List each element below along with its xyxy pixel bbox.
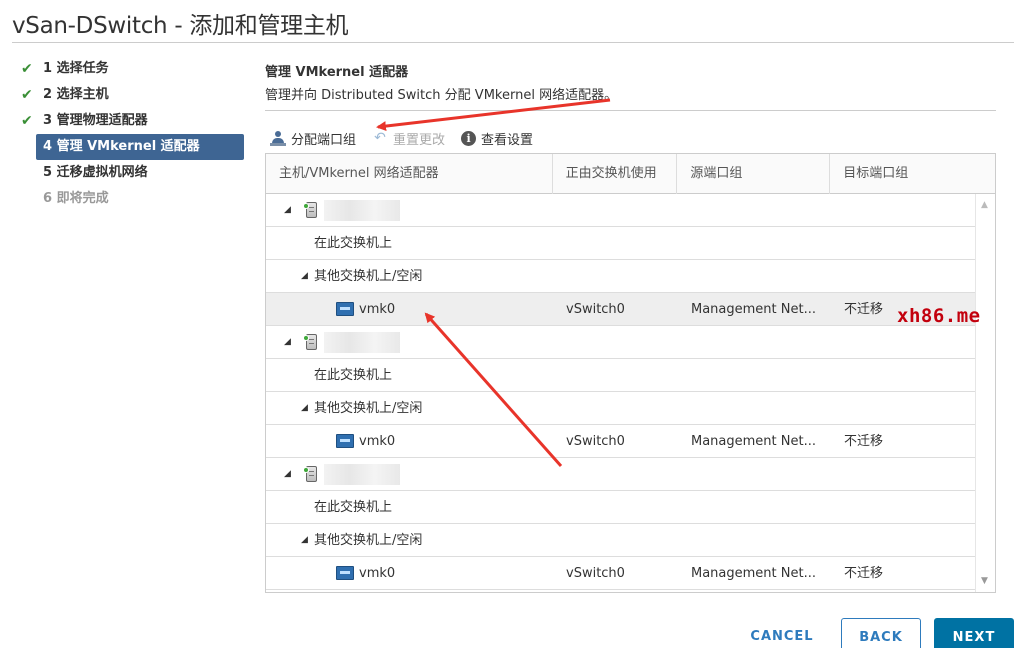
grid-scrollbar[interactable]: ▲ ▼ xyxy=(975,194,995,592)
info-icon: i xyxy=(461,130,477,146)
vmk-adapter-row[interactable]: vmk0 vSwitch0 Management Net... 不迁移 xyxy=(266,293,977,326)
column-header-host-adapter[interactable]: 主机/VMkernel 网络适配器 xyxy=(266,154,553,194)
on-this-switch-label: 在此交换机上 xyxy=(314,499,393,515)
column-header-in-use-by[interactable]: 正由交换机使用 xyxy=(553,154,678,194)
column-header-target-portgroup[interactable]: 目标端口组 xyxy=(830,154,995,194)
source-portgroup-cell: Management Net... xyxy=(691,433,816,449)
reset-changes-label: 重置更改 xyxy=(393,132,446,148)
other-switch-label: 其他交换机上/空闲 xyxy=(314,532,423,548)
section-divider xyxy=(265,110,996,111)
source-portgroup-cell: Management Net... xyxy=(691,301,816,317)
target-portgroup-cell: 不迁移 xyxy=(844,565,884,581)
collapse-caret-icon[interactable]: ◢ xyxy=(284,458,291,491)
network-adapter-icon xyxy=(336,301,354,316)
on-this-switch-row[interactable]: 在此交换机上 xyxy=(266,359,977,392)
adapter-name: vmk0 xyxy=(359,301,396,317)
view-settings-button[interactable]: i 查看设置 xyxy=(461,129,533,148)
other-switch-row[interactable]: ◢ 其他交换机上/空闲 xyxy=(266,260,977,293)
wizard-footer: CANCEL BACK NEXT xyxy=(0,618,1024,648)
toolbar: 分配端口组 ↶ 重置更改 i 查看设置 xyxy=(270,127,549,149)
host-row[interactable]: ◢ xyxy=(266,194,977,227)
step-4-active[interactable]: 4 管理 VMkernel 适配器 xyxy=(36,134,244,160)
collapse-caret-icon[interactable]: ◢ xyxy=(284,194,291,227)
step-label: 4 管理 VMkernel 适配器 xyxy=(43,139,200,154)
scroll-down-icon[interactable]: ▼ xyxy=(981,576,988,586)
grid-body: ◢ 在此交换机上 ◢ 其他交换机上/空闲 vmk0 vSwitch0 Manag… xyxy=(266,194,977,590)
checkmark-icon: ✔ xyxy=(21,113,33,129)
in-use-by-cell: vSwitch0 xyxy=(566,433,625,449)
grid-header: 主机/VMkernel 网络适配器 正由交换机使用 源端口组 目标端口组 xyxy=(266,154,995,194)
assign-portgroup-button[interactable]: 分配端口组 xyxy=(270,129,356,148)
watermark: xh86.me xyxy=(897,305,981,327)
collapse-caret-icon[interactable]: ◢ xyxy=(284,326,291,359)
host-row[interactable]: ◢ xyxy=(266,458,977,491)
source-portgroup-cell: Management Net... xyxy=(691,565,816,581)
step-3[interactable]: ✔ 3 管理物理适配器 xyxy=(16,108,244,134)
other-switch-row[interactable]: ◢ 其他交换机上/空闲 xyxy=(266,392,977,425)
other-switch-row[interactable]: ◢ 其他交换机上/空闲 xyxy=(266,524,977,557)
vmk-adapter-row[interactable]: vmk0 vSwitch0 Management Net... 不迁移 xyxy=(266,557,977,590)
vmkernel-adapter-grid: 主机/VMkernel 网络适配器 正由交换机使用 源端口组 目标端口组 ◢ 在… xyxy=(265,153,996,593)
redacted-hostname xyxy=(324,331,400,353)
in-use-by-cell: vSwitch0 xyxy=(566,565,625,581)
network-adapter-icon xyxy=(336,433,354,448)
step-1[interactable]: ✔ 1 选择任务 xyxy=(16,56,244,82)
section-description: 管理并向 Distributed Switch 分配 VMkernel 网络适配… xyxy=(265,88,618,103)
cancel-button[interactable]: CANCEL xyxy=(740,618,824,648)
redacted-hostname xyxy=(324,463,400,485)
on-this-switch-label: 在此交换机上 xyxy=(314,235,393,251)
on-this-switch-row[interactable]: 在此交换机上 xyxy=(266,491,977,524)
redacted-hostname xyxy=(324,199,400,221)
view-settings-label: 查看设置 xyxy=(481,132,534,148)
assign-portgroup-label: 分配端口组 xyxy=(291,132,357,148)
step-label: 3 管理物理适配器 xyxy=(43,113,148,128)
section-title: 管理 VMkernel 适配器 xyxy=(265,65,409,80)
next-button[interactable]: NEXT xyxy=(934,618,1014,648)
other-switch-label: 其他交换机上/空闲 xyxy=(314,400,423,416)
vmk-adapter-row[interactable]: vmk0 vSwitch0 Management Net... 不迁移 xyxy=(266,425,977,458)
host-icon xyxy=(303,333,317,350)
collapse-caret-icon[interactable]: ◢ xyxy=(301,392,308,425)
host-icon xyxy=(303,201,317,218)
other-switch-label: 其他交换机上/空闲 xyxy=(314,268,423,284)
scroll-up-icon[interactable]: ▲ xyxy=(981,200,988,210)
title-divider xyxy=(12,42,1014,43)
column-header-source-portgroup[interactable]: 源端口组 xyxy=(677,154,831,194)
step-label: 6 即将完成 xyxy=(43,191,109,206)
step-label: 5 迁移虚拟机网络 xyxy=(43,165,148,180)
step-label: 1 选择任务 xyxy=(43,61,109,76)
collapse-caret-icon[interactable]: ◢ xyxy=(301,260,308,293)
adapter-name: vmk0 xyxy=(359,433,396,449)
on-this-switch-row[interactable]: 在此交换机上 xyxy=(266,227,977,260)
assign-portgroup-icon xyxy=(270,130,286,146)
step-label: 2 选择主机 xyxy=(43,87,109,102)
step-2[interactable]: ✔ 2 选择主机 xyxy=(16,82,244,108)
target-portgroup-cell: 不迁移 xyxy=(844,433,884,449)
step-5[interactable]: 5 迁移虚拟机网络 xyxy=(16,160,244,186)
checkmark-icon: ✔ xyxy=(21,61,33,77)
collapse-caret-icon[interactable]: ◢ xyxy=(301,524,308,557)
checkmark-icon: ✔ xyxy=(21,87,33,103)
on-this-switch-label: 在此交换机上 xyxy=(314,367,393,383)
host-icon xyxy=(303,465,317,482)
undo-icon: ↶ xyxy=(374,130,386,146)
back-button[interactable]: BACK xyxy=(841,618,921,648)
network-adapter-icon xyxy=(336,565,354,580)
wizard-steps: ✔ 1 选择任务 ✔ 2 选择主机 ✔ 3 管理物理适配器 4 管理 VMker… xyxy=(16,56,244,212)
in-use-by-cell: vSwitch0 xyxy=(566,301,625,317)
step-6: 6 即将完成 xyxy=(16,186,244,212)
adapter-name: vmk0 xyxy=(359,565,396,581)
annotation-arrow xyxy=(376,98,611,132)
host-row[interactable]: ◢ xyxy=(266,326,977,359)
wizard-title: vSan-DSwitch - 添加和管理主机 xyxy=(12,13,349,39)
reset-changes-button[interactable]: ↶ 重置更改 xyxy=(372,129,445,148)
